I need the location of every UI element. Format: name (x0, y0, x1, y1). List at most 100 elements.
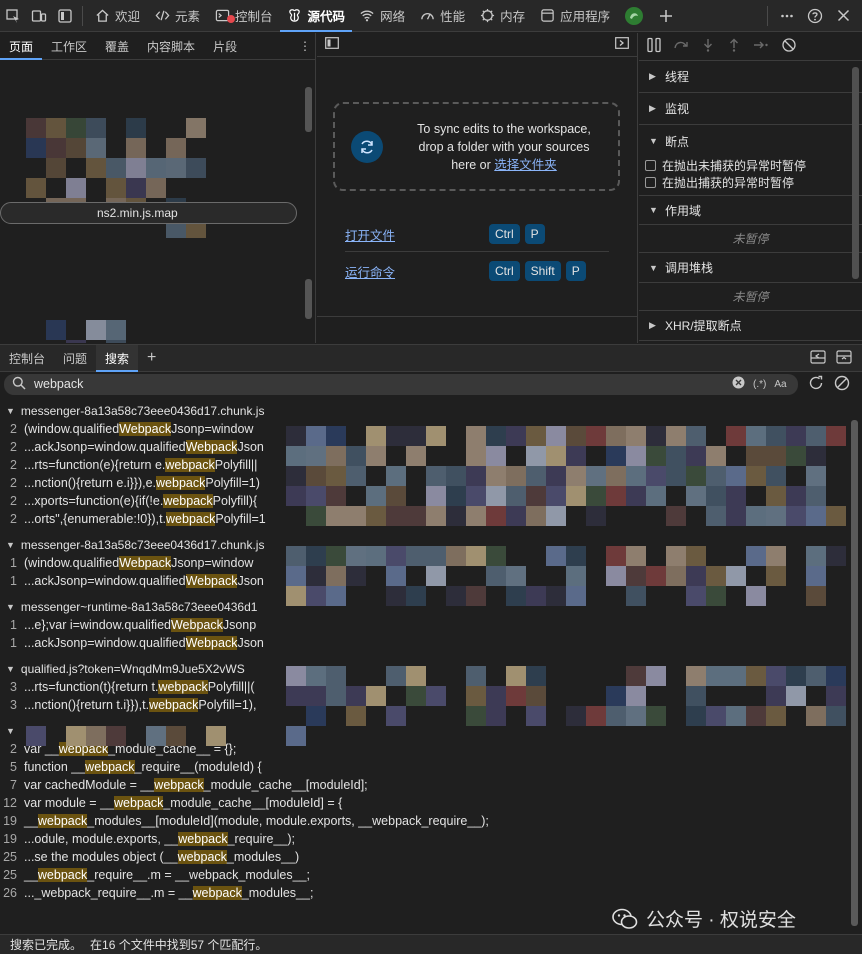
kbd-key: Shift (524, 261, 561, 281)
pause-caught-row[interactable]: 在抛出捕获的异常时暂停 (639, 174, 862, 191)
result-line[interactable]: 25 ...se the modules object (__webpack_mo… (0, 848, 848, 866)
result-line[interactable]: 12 var module = __webpack_module_cache__[… (0, 794, 848, 812)
step-icon[interactable] (753, 38, 769, 55)
result-line[interactable]: 1 ...e};var i=window.qualifiedWebpackJson… (0, 616, 848, 634)
result-line[interactable]: 1 ...ackJsonp=window.qualifiedWebpackJson (0, 634, 848, 652)
tab-workspace[interactable]: 工作区 (42, 33, 96, 60)
result-file-header[interactable]: ▼ messenger-8a13a58c73eee0436d17.chunk.js (0, 402, 848, 420)
drawer-tab-console[interactable]: 控制台 (0, 345, 54, 372)
tab-performance[interactable]: 性能 (412, 0, 472, 32)
search-input[interactable] (34, 377, 724, 391)
code-text: ...xports=function(e){if(!e. (24, 494, 164, 508)
pause-uncaught-checkbox[interactable] (645, 160, 656, 171)
tab-content-scripts[interactable]: 内容脚本 (138, 33, 204, 60)
tab-memory[interactable]: 内存 (472, 0, 532, 32)
extension-icon[interactable] (621, 3, 647, 29)
pause-uncaught-row[interactable]: 在抛出未捕获的异常时暂停 (639, 157, 862, 174)
drawer-tab-search[interactable]: 搜索 (96, 344, 139, 372)
tab-application[interactable]: 应用程序 (532, 0, 617, 32)
clear-results-icon[interactable] (834, 375, 850, 394)
device-toolbar-icon[interactable] (26, 3, 52, 29)
threads-section-header[interactable]: ▶ 线程 (639, 61, 862, 93)
step-into-icon[interactable] (701, 38, 715, 55)
dock-drawer-icon[interactable] (810, 349, 826, 367)
results-scrollbar[interactable] (851, 420, 858, 926)
result-line[interactable]: 2 (window.qualifiedWebpackJsonp=window (0, 420, 848, 438)
pause-icon[interactable] (647, 37, 661, 56)
toggle-navigator-icon[interactable] (325, 37, 339, 52)
run-command-link[interactable]: 运行命令 (345, 262, 489, 281)
dock-side-icon[interactable] (52, 3, 78, 29)
close-icon[interactable] (830, 3, 856, 29)
search-box[interactable]: (.*) Aa (4, 373, 798, 395)
result-line[interactable]: 5 function __webpack_require__(moduleId) … (0, 758, 848, 776)
refresh-icon[interactable] (808, 375, 824, 394)
result-line[interactable]: 2 var __webpack_module_cache__ = {}; (0, 740, 848, 758)
result-line[interactable]: 1 ...ackJsonp=window.qualifiedWebpackJson (0, 572, 848, 590)
tab-network[interactable]: 网络 (352, 0, 412, 32)
inspect-element-icon[interactable] (0, 3, 26, 29)
regex-toggle-button[interactable]: (.*) (753, 379, 766, 390)
select-folder-link[interactable]: 选择文件夹 (494, 158, 557, 172)
tab-overrides[interactable]: 覆盖 (96, 33, 138, 60)
result-line[interactable]: 2 ...nction(){return e.i}}),e.webpackPoly… (0, 474, 848, 492)
result-line[interactable]: 7 var cachedModule = __webpack_module_cac… (0, 776, 848, 794)
match-highlight: webpack (37, 814, 88, 828)
result-file-header[interactable]: ▼ (0, 722, 848, 740)
step-out-icon[interactable] (727, 38, 741, 55)
match-case-button[interactable]: Aa (774, 379, 786, 390)
debugger-scrollbar[interactable] (852, 67, 859, 279)
toggle-debugger-icon[interactable] (615, 37, 629, 52)
result-line[interactable]: 2 ...xports=function(e){if(!e.webpackPoly… (0, 492, 848, 510)
code-text: __ (24, 868, 38, 882)
line-number: 1 (10, 556, 17, 570)
tab-network-label: 网络 (380, 10, 406, 24)
match-highlight: Webpack (185, 440, 238, 454)
result-line[interactable]: 2 ...orts",{enumerable:!0}),t.webpackPoly… (0, 510, 848, 528)
call-stack-section-header[interactable]: ▼ 调用堆栈 (639, 253, 862, 283)
navigator-scrollbar[interactable] (305, 87, 312, 132)
result-file-header[interactable]: ▼ messenger~runtime-8a13a58c73eee0436d1 (0, 598, 848, 616)
more-options-icon[interactable] (774, 3, 800, 29)
result-line[interactable]: 25 __webpack_require__.m = __webpack_modu… (0, 866, 848, 884)
match-highlight: webpack (154, 778, 204, 792)
more-tabs-plus-icon[interactable] (653, 3, 679, 29)
open-file-link[interactable]: 打开文件 (345, 225, 489, 244)
drawer-tab-issues[interactable]: 问题 (54, 345, 96, 372)
result-line[interactable]: 19 ...odule, module.exports, __webpack_re… (0, 830, 848, 848)
result-line[interactable]: 1 (window.qualifiedWebpackJsonp=window (0, 554, 848, 572)
navigator-menu-icon[interactable]: ⋮ (295, 39, 315, 53)
tab-console[interactable]: 控制台 (207, 0, 280, 32)
maximize-drawer-icon[interactable] (836, 349, 852, 367)
tab-page[interactable]: 页面 (0, 33, 43, 60)
tab-sources[interactable]: 源代码 (279, 0, 353, 32)
status-bar: 搜索已完成。 在16 个文件中找到57 个匹配行。 (0, 934, 862, 954)
scope-section-header[interactable]: ▼ 作用域 (639, 195, 862, 225)
pause-caught-checkbox[interactable] (645, 177, 656, 188)
redaction-pixel (106, 320, 126, 340)
clear-search-icon[interactable] (732, 376, 745, 392)
result-line[interactable]: 3 ...nction(){return t.i}}),t.webpackPoly… (0, 696, 848, 714)
step-over-icon[interactable] (673, 38, 689, 55)
tab-elements[interactable]: 元素 (147, 0, 207, 32)
tab-welcome[interactable]: 欢迎 (87, 0, 147, 32)
watch-section-header[interactable]: ▶ 监视 (639, 93, 862, 125)
result-file-header[interactable]: ▼ qualified.js?token=WnqdMm9Jue5X2vWS (0, 660, 848, 678)
result-line[interactable]: 2 ...rts=function(e){return e.webpackPoly… (0, 456, 848, 474)
code-text: ...rts=function(t){return t. (24, 680, 159, 694)
result-line[interactable]: 19 __webpack_modules__[moduleId](module, … (0, 812, 848, 830)
result-file-header[interactable]: ▼ messenger-8a13a58c73eee0436d17.chunk.js (0, 536, 848, 554)
breakpoints-section-header[interactable]: ▼ 断点 (639, 125, 862, 157)
file-tree-selected-item[interactable]: ns2.min.js.map (0, 202, 297, 224)
tab-snippets[interactable]: 片段 (204, 33, 246, 60)
deactivate-breakpoints-icon[interactable] (781, 37, 797, 56)
result-line[interactable]: 3 ...rts=function(t){return t.webpackPoly… (0, 678, 848, 696)
navigator-scrollbar-lower[interactable] (305, 279, 312, 319)
help-icon[interactable] (802, 3, 828, 29)
line-number: 26 (3, 886, 17, 900)
xhr-section-header[interactable]: ▶ XHR/提取断点 (639, 311, 862, 341)
result-line[interactable]: 26 ..._webpack_require__.m = __webpack_mo… (0, 884, 848, 902)
add-drawer-tab-plus-icon[interactable]: + (138, 345, 165, 372)
workspace-drop-zone[interactable]: To sync edits to the workspace, drop a f… (333, 102, 620, 191)
result-line[interactable]: 2 ...ackJsonp=window.qualifiedWebpackJson (0, 438, 848, 456)
